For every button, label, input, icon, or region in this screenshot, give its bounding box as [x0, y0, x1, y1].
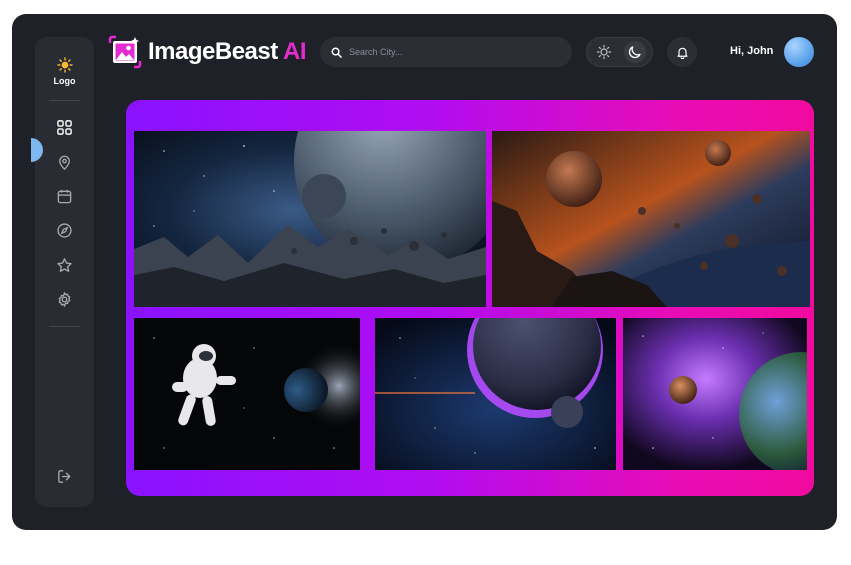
- nav-item-calendar[interactable]: [54, 186, 75, 207]
- location-pin-icon: [59, 155, 70, 171]
- active-nav-marker: [31, 138, 43, 162]
- planet-mountains-image: [134, 131, 486, 307]
- sidebar-logo[interactable]: Logo: [35, 57, 94, 86]
- light-mode-button[interactable]: [593, 41, 615, 63]
- gallery-image[interactable]: [134, 318, 360, 470]
- moon-icon: [628, 46, 641, 59]
- star-icon: [57, 258, 72, 272]
- calendar-icon: [57, 189, 72, 204]
- brand-name-ai: AI: [277, 38, 307, 65]
- brand-name-main: ImageBeast: [148, 38, 278, 65]
- astronaut-image: [134, 318, 360, 470]
- search-input[interactable]: [349, 47, 559, 57]
- sun-logo-icon: [56, 57, 73, 73]
- sun-icon: [596, 44, 612, 60]
- bell-icon: [676, 47, 688, 59]
- sidebar-divider: [49, 326, 80, 327]
- brand-name: ImageBeast AI: [148, 37, 307, 67]
- purple-planet-image: [375, 318, 616, 470]
- user-greeting: Hi, John: [730, 45, 774, 57]
- nebula-image: [623, 318, 807, 470]
- logo-label: Logo: [53, 76, 76, 86]
- search-icon: [331, 47, 342, 58]
- notifications-button[interactable]: [667, 37, 697, 67]
- avatar[interactable]: [784, 37, 814, 67]
- search-bar[interactable]: [320, 37, 572, 67]
- nav-item-settings[interactable]: [54, 289, 75, 310]
- gallery-image[interactable]: [375, 318, 616, 470]
- asteroids-image: [492, 131, 810, 307]
- theme-toggle[interactable]: [586, 37, 653, 67]
- grid-icon: [57, 120, 72, 135]
- nav-item-dashboard[interactable]: [54, 117, 75, 138]
- logout-button[interactable]: [54, 466, 75, 487]
- image-gallery: [126, 100, 814, 496]
- dark-mode-button[interactable]: [624, 41, 646, 63]
- logout-icon: [58, 470, 71, 483]
- nav-item-explore[interactable]: [54, 220, 75, 241]
- nav-item-favorites[interactable]: [54, 255, 75, 276]
- gallery-image[interactable]: [134, 131, 486, 307]
- sidebar: Logo: [31, 37, 94, 507]
- app-window: Logo ImageBeast AI Search City... Hi, Jo…: [12, 14, 837, 530]
- compass-icon: [57, 223, 72, 238]
- brand: ImageBeast AI: [108, 35, 307, 69]
- nav-item-location[interactable]: [54, 152, 75, 173]
- gallery-image[interactable]: [623, 318, 807, 470]
- gallery-image[interactable]: [492, 131, 810, 307]
- gear-icon: [58, 291, 71, 308]
- sidebar-divider: [49, 100, 80, 101]
- image-logo-icon: [108, 35, 142, 69]
